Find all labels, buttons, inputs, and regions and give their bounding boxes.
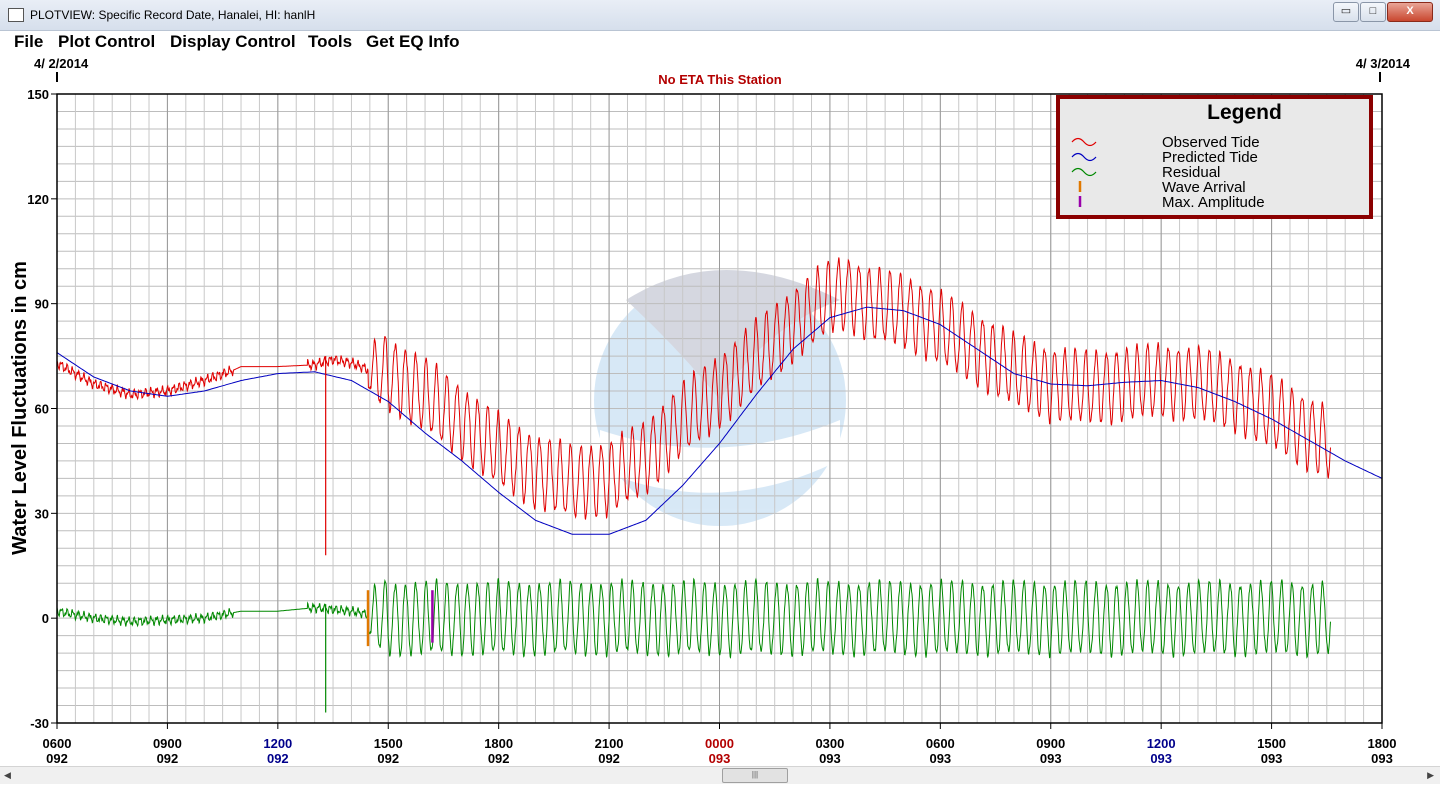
- x-tick-time-label: 1200: [263, 736, 292, 751]
- x-tick-time-label: 0900: [153, 736, 182, 751]
- minimize-button[interactable]: ▭: [1333, 2, 1359, 22]
- app-icon: [8, 8, 24, 22]
- x-tick-day-label: 092: [267, 751, 289, 766]
- x-tick-day-label: 092: [46, 751, 68, 766]
- close-button[interactable]: X: [1387, 2, 1433, 22]
- legend-title: Legend: [1207, 101, 1282, 124]
- x-tick-time-label: 1500: [374, 736, 403, 751]
- y-tick-label: 30: [35, 506, 49, 521]
- scroll-left-arrow-icon[interactable]: ◀: [4, 770, 11, 781]
- menu-plot-control[interactable]: Plot Control: [58, 32, 155, 52]
- menu-get-eq-info[interactable]: Get EQ Info: [366, 32, 460, 52]
- tide-chart: 1501209060300-30060009209000921200092150…: [9, 56, 1411, 766]
- x-tick-time-label: 0600: [43, 736, 72, 751]
- maximize-button[interactable]: □: [1360, 2, 1386, 22]
- scroll-right-arrow-icon[interactable]: ▶: [1427, 770, 1434, 781]
- x-tick-time-label: 1800: [1368, 736, 1397, 751]
- x-tick-time-label: 1500: [1257, 736, 1286, 751]
- y-tick-label: 120: [27, 192, 49, 207]
- x-tick-time-label: 1200: [1147, 736, 1176, 751]
- y-axis-label: Water Level Fluctuations in cm: [9, 261, 31, 555]
- chart-subtitle: No ETA This Station: [658, 72, 782, 87]
- x-tick-time-label: 0300: [815, 736, 844, 751]
- y-tick-label: 60: [35, 402, 49, 417]
- horizontal-scrollbar[interactable]: ◀ ||| ▶: [0, 766, 1440, 784]
- x-tick-day-label: 093: [1261, 751, 1283, 766]
- y-tick-label: 0: [42, 611, 49, 626]
- end-date-label: 4/ 3/2014: [1356, 56, 1411, 71]
- x-tick-day-label: 092: [377, 751, 399, 766]
- x-tick-time-label: 2100: [595, 736, 624, 751]
- x-tick-day-label: 093: [929, 751, 951, 766]
- x-tick-day-label: 093: [1040, 751, 1062, 766]
- y-tick-label: 90: [35, 297, 49, 312]
- y-tick-label: 150: [27, 87, 49, 102]
- legend-entry-label: Max. Amplitude: [1162, 194, 1265, 211]
- x-tick-time-label: 1800: [484, 736, 513, 751]
- x-tick-day-label: 092: [157, 751, 179, 766]
- x-tick-day-label: 093: [1371, 751, 1393, 766]
- scroll-thumb[interactable]: |||: [722, 768, 788, 783]
- start-date-label: 4/ 2/2014: [34, 56, 89, 71]
- x-tick-day-label: 093: [819, 751, 841, 766]
- menu-tools[interactable]: Tools: [308, 32, 352, 52]
- window-title: PLOTVIEW: Specific Record Date, Hanalei,…: [30, 8, 316, 22]
- x-tick-day-label: 092: [598, 751, 620, 766]
- x-tick-day-label: 092: [488, 751, 510, 766]
- menu-file[interactable]: File: [14, 32, 43, 52]
- menu-display-control[interactable]: Display Control: [170, 32, 296, 52]
- title-bar: PLOTVIEW: Specific Record Date, Hanalei,…: [0, 0, 1440, 31]
- x-tick-time-label: 0000: [705, 736, 734, 751]
- y-tick-label: -30: [30, 716, 49, 731]
- menu-bar: File Plot Control Display Control Tools …: [0, 31, 1440, 53]
- x-tick-time-label: 0600: [926, 736, 955, 751]
- x-tick-time-label: 0900: [1036, 736, 1065, 751]
- x-tick-day-label: 093: [709, 751, 731, 766]
- x-tick-day-label: 093: [1150, 751, 1172, 766]
